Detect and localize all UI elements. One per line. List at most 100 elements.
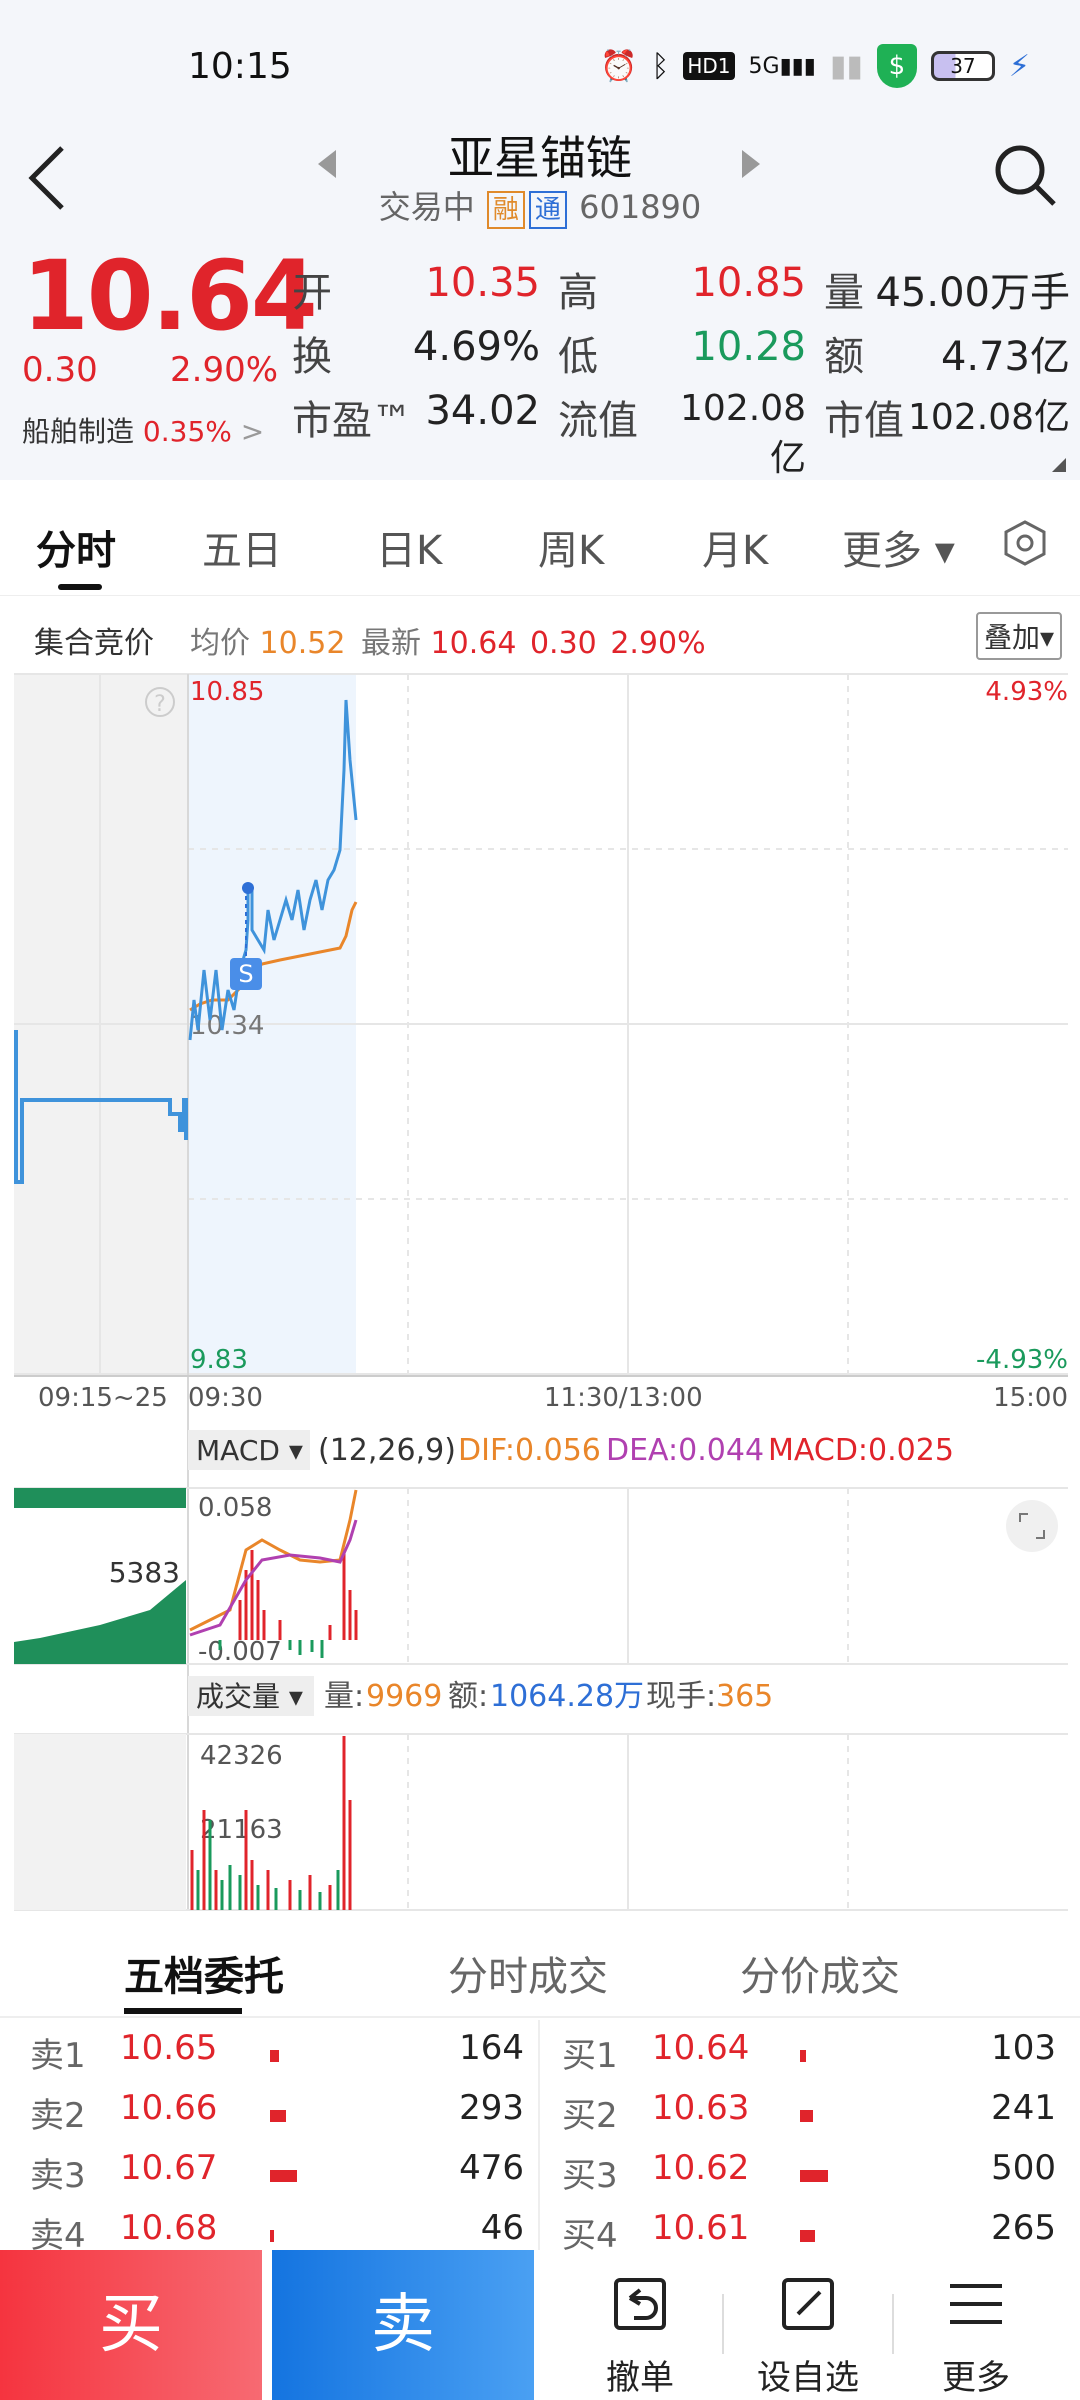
more-label: 更多 — [942, 2358, 1010, 2398]
level-label: 买1 — [562, 2036, 618, 2076]
sell-button[interactable]: 卖 — [272, 2250, 534, 2400]
bluetooth-icon: ᛒ — [651, 48, 670, 84]
volume-label: 量 — [824, 270, 864, 316]
macd-value: MACD:0.025 — [768, 1433, 954, 1468]
trading-status: 交易中 — [378, 188, 475, 226]
vol-label: 量: — [324, 1679, 364, 1714]
level-volume-bar — [800, 2110, 813, 2122]
pe-label: 市盈™ — [292, 398, 412, 444]
macd-top-value: 0.058 — [198, 1493, 272, 1523]
tab-intraday[interactable]: 分时 — [36, 518, 116, 576]
low-value: 10.28 — [691, 324, 806, 370]
volume-top-value: 42326 — [200, 1741, 283, 1771]
ask-row[interactable]: 卖1 10.65 164 — [30, 2028, 524, 2088]
settings-hex-icon[interactable] — [1000, 518, 1050, 568]
level-volume: 265 — [991, 2208, 1056, 2248]
bid-row[interactable]: 买1 10.64 103 — [562, 2028, 1056, 2088]
avg-value: 10.52 — [259, 626, 346, 661]
level-label: 买2 — [562, 2096, 618, 2136]
avg-label: 均价 — [190, 626, 250, 661]
level-label: 卖3 — [30, 2156, 86, 2196]
stock-header: 亚星锚链 交易中 融通 601890 — [0, 120, 1080, 240]
ask-row[interactable]: 卖2 10.66 293 — [30, 2088, 524, 2148]
network-label: 5G — [748, 53, 780, 79]
amount-value: 4.73亿 — [940, 334, 1070, 380]
pct-axis-top: 4.93% — [985, 677, 1068, 707]
tab-five-level[interactable]: 五档委托 — [124, 1944, 284, 2002]
macd-dif: DIF:0.056 — [458, 1433, 601, 1468]
level-price: 10.67 — [120, 2148, 218, 2188]
battery-level: 37 — [950, 54, 976, 78]
level-volume: 476 — [459, 2148, 524, 2188]
tab-weekly-k[interactable]: 周K — [538, 518, 604, 576]
status-bar: 10:15 ⏰ ᛒ HD1 5G▮▮▮ ▮▮ $ 37 ⚡ — [0, 0, 1080, 130]
amount-short-value: 1064.28万 — [490, 1679, 644, 1714]
battery-icon: 37 — [930, 51, 995, 81]
level-volume: 46 — [480, 2208, 524, 2248]
level-price: 10.65 — [120, 2028, 218, 2068]
level-price: 10.64 — [652, 2028, 750, 2068]
open-value: 10.35 — [425, 260, 540, 306]
search-icon[interactable] — [990, 140, 1060, 210]
latest-label: 最新 — [360, 626, 421, 661]
trade-point — [242, 882, 254, 894]
expand-corner-icon[interactable] — [1052, 458, 1066, 472]
level-volume-bar — [800, 2170, 828, 2182]
level-volume: 241 — [991, 2088, 1056, 2128]
level-volume-bar — [800, 2230, 815, 2242]
macd-dea: DEA:0.044 — [606, 1433, 764, 1468]
margin-tag: 融 — [486, 191, 525, 229]
bid-row[interactable]: 买3 10.62 500 — [562, 2148, 1056, 2208]
vol-value: 9969 — [366, 1679, 442, 1714]
float-cap-label: 流值 — [558, 398, 638, 444]
ask-row[interactable]: 卖3 10.67 476 — [30, 2148, 524, 2208]
signal-marker-label: S — [238, 960, 253, 988]
cancel-order-button[interactable]: 撤单 — [560, 2250, 720, 2400]
shield-icon: $ — [876, 44, 917, 88]
tab-five-day[interactable]: 五日 — [202, 518, 282, 576]
order-book: 五档委托 分时成交 分价成交 卖1 10.65 164 卖2 10.66 293 卖3 10.… — [0, 1916, 1080, 2260]
more-button[interactable]: 更多 — [896, 2250, 1056, 2400]
turnover-value: 4.69% — [412, 324, 540, 370]
level-price: 10.66 — [120, 2088, 218, 2128]
level-price: 10.62 — [652, 2148, 750, 2188]
intraday-chart[interactable]: 10.85 10.34 9.83 4.93% -4.93% ? S 09:15~… — [0, 670, 1080, 1915]
volume-value: 45.00万手 — [875, 270, 1070, 316]
chart-info-line: 集合竞价 均价 10.52 最新 10.64 0.30 2.90% 叠加▾ — [0, 606, 1080, 670]
tab-more[interactable]: 更多 ▾ — [842, 518, 955, 576]
bid-row[interactable]: 买2 10.63 241 — [562, 2088, 1056, 2148]
latest-change: 0.30 — [529, 626, 597, 661]
chart-svg: 10.85 10.34 9.83 4.93% -4.93% ? S 09:15~… — [14, 673, 1068, 1911]
level-volume-bar — [270, 2230, 274, 2242]
menu-icon — [950, 2284, 1002, 2324]
mkt-cap-value: 102.08亿 — [908, 397, 1070, 438]
price-axis-top: 10.85 — [190, 677, 264, 707]
signal2-icon: ▮▮ — [829, 48, 863, 84]
tab-time-trades[interactable]: 分时成交 — [448, 1944, 608, 2002]
quote-panel: 10.64 0.30 2.90% 船舶制造 0.35% > 开 10.35 换 … — [0, 240, 1080, 480]
tab-price-trades[interactable]: 分价成交 — [740, 1944, 900, 2002]
connect-tag: 通 — [528, 191, 567, 229]
time-label-auction: 09:15~25 — [38, 1383, 168, 1413]
expand-icon[interactable] — [1006, 1500, 1058, 1552]
add-watchlist-button[interactable]: 设自选 — [728, 2250, 888, 2400]
price-axis-mid: 10.34 — [190, 1011, 264, 1041]
overlay-button[interactable]: 叠加▾ — [975, 612, 1062, 660]
pct-axis-bottom: -4.93% — [976, 1345, 1068, 1375]
price-change: 0.30 — [22, 350, 98, 390]
next-stock-icon[interactable] — [742, 150, 760, 178]
buy-button[interactable]: 买 — [0, 2250, 262, 2400]
stock-subtitle: 交易中 融通 601890 — [0, 182, 1080, 229]
sector-link[interactable]: 船舶制造 0.35% > — [22, 410, 264, 450]
hand-value: 365 — [716, 1679, 773, 1714]
chart-tabs: 分时 五日 日K 周K 月K 更多 ▾ — [0, 492, 1080, 596]
time-label-mid: 11:30/13:00 — [544, 1383, 703, 1413]
level-price: 10.68 — [120, 2208, 218, 2248]
latest-value: 10.64 — [430, 626, 517, 661]
tab-daily-k[interactable]: 日K — [376, 518, 442, 576]
bottom-action-bar: 买 卖 撤单 设自选 更多 — [0, 2250, 1080, 2400]
tab-monthly-k[interactable]: 月K — [702, 518, 768, 576]
hd-icon: HD1 — [683, 52, 735, 80]
signal-icon: 5G▮▮▮ — [748, 53, 816, 79]
macd-bottom-value: -0.007 — [198, 1637, 282, 1667]
